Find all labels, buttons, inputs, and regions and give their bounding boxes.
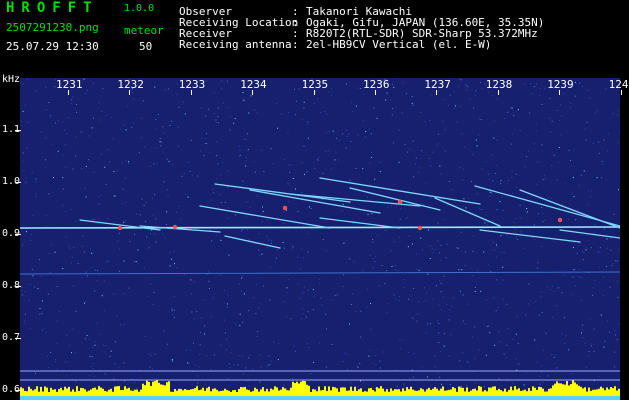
meteor-echo-peak bbox=[557, 217, 563, 223]
y-axis-unit: kHz bbox=[2, 74, 21, 85]
secondary-carrier-line bbox=[20, 271, 620, 275]
x-tick-label: 1238 bbox=[485, 78, 513, 91]
x-tick-mark bbox=[190, 90, 192, 95]
x-tick-mark bbox=[375, 90, 376, 95]
meteor-echo-peak bbox=[172, 224, 178, 230]
header-panel: HROFFT 1.0.0 2507291230.png meteor 25.07… bbox=[0, 0, 629, 72]
x-tick-label: 1231 bbox=[56, 78, 83, 91]
y-tick-mark bbox=[15, 129, 21, 131]
meteor-echo-peak bbox=[117, 225, 123, 231]
x-tick-mark bbox=[252, 90, 254, 95]
x-tick-label: 1232 bbox=[117, 78, 144, 91]
date-time: 25.07.29 12:30 bbox=[6, 40, 99, 53]
y-tick-mark bbox=[15, 337, 21, 339]
x-tick-label: 1236 bbox=[363, 78, 390, 91]
meteor-trail bbox=[559, 229, 620, 239]
time-axis: 1231 1232 1233 1234 1235 1236 1237 1238 1239 1240 bbox=[0, 72, 629, 95]
x-tick-label: 1233 bbox=[178, 78, 206, 91]
meteor-echo-peak bbox=[417, 225, 423, 231]
x-tick-mark bbox=[497, 90, 499, 95]
field-antenna-value: 2el-HB9CV Vertical (el. E-W) bbox=[306, 38, 492, 51]
meteor-trail bbox=[479, 229, 581, 243]
spectrogram-plot bbox=[20, 78, 620, 400]
meteor-trail bbox=[199, 205, 331, 229]
meteor-trail bbox=[319, 217, 401, 229]
meteor-trail bbox=[224, 235, 281, 249]
meteor-trail bbox=[249, 189, 381, 214]
y-tick-mark bbox=[15, 389, 21, 391]
x-tick-mark bbox=[129, 90, 131, 95]
meteor-count: 50 bbox=[139, 40, 153, 53]
y-tick-mark bbox=[15, 181, 21, 183]
meteor-trail bbox=[214, 183, 351, 203]
meteor-echo-peak bbox=[282, 205, 288, 211]
baseline-strip bbox=[20, 396, 620, 400]
y-tick-mark bbox=[15, 233, 21, 235]
meteor-echo-peak bbox=[397, 199, 403, 205]
field-antenna-sep: : bbox=[292, 38, 299, 51]
x-tick-mark bbox=[313, 90, 315, 95]
x-tick-label: 1234 bbox=[240, 78, 267, 91]
spectrogram-svg bbox=[20, 78, 620, 400]
x-tick-mark bbox=[436, 90, 438, 95]
carrier-line bbox=[20, 226, 620, 229]
meteor-trail bbox=[349, 187, 441, 211]
app-version: 1.0.0 bbox=[124, 3, 155, 14]
x-tick-label: 1235 bbox=[301, 78, 329, 91]
app-logo: HROFFT bbox=[6, 0, 99, 16]
x-tick-label: 1240 bbox=[608, 78, 629, 91]
x-tick-label: 1237 bbox=[424, 78, 451, 91]
x-tick-mark bbox=[68, 90, 69, 95]
meteor-label: meteor bbox=[124, 24, 164, 37]
x-tick-label: 1239 bbox=[547, 78, 574, 91]
noise-speckles bbox=[20, 78, 620, 400]
file-name: 2507291230.png bbox=[6, 21, 99, 34]
x-tick-mark bbox=[559, 90, 561, 95]
field-antenna-label: Receiving antenna bbox=[179, 38, 292, 51]
y-tick-mark bbox=[15, 285, 21, 287]
x-tick-mark bbox=[620, 90, 622, 95]
meteor-trail bbox=[519, 189, 620, 229]
